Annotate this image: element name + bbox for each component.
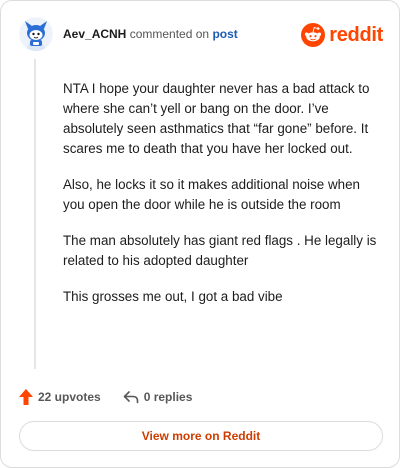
avatar[interactable] bbox=[19, 17, 53, 51]
upvote-count: 22 upvotes bbox=[38, 390, 101, 404]
reddit-logo-icon bbox=[301, 23, 326, 47]
comment-paragraph: This grosses me out, I got a bad vibe bbox=[63, 289, 283, 304]
meta-action-text: commented on bbox=[129, 27, 210, 41]
comment-embed-card: Aev_ACNH commented on post reddit NTA I … bbox=[0, 0, 400, 468]
view-more-button[interactable]: View more on Reddit bbox=[19, 421, 383, 451]
replies-count: 0 replies bbox=[143, 390, 193, 404]
reply-arrow-icon bbox=[123, 391, 139, 404]
comment-paragraph: Also, he locks it so it makes additional… bbox=[63, 177, 360, 212]
upvote-arrow-icon bbox=[19, 389, 33, 405]
post-link[interactable]: post bbox=[212, 27, 237, 41]
comment-actions: 22 upvotes 0 replies bbox=[19, 387, 381, 407]
thread-line bbox=[34, 59, 36, 369]
comment-paragraph: The man absolutely has giant red flags .… bbox=[63, 233, 377, 268]
comment-header: Aev_ACNH commented on post reddit bbox=[17, 15, 383, 55]
replies-button[interactable]: 0 replies bbox=[123, 390, 193, 404]
username[interactable]: Aev_ACNH bbox=[63, 27, 126, 41]
comment-paragraph: NTA I hope your daughter never has a bad… bbox=[63, 81, 370, 156]
comment-body: NTA I hope your daughter never has a bad… bbox=[63, 79, 385, 323]
reddit-brand[interactable]: reddit bbox=[301, 23, 383, 47]
upvote-button[interactable]: 22 upvotes bbox=[19, 389, 101, 405]
brand-wordmark: reddit bbox=[329, 23, 383, 46]
comment-meta: Aev_ACNH commented on post bbox=[63, 26, 238, 42]
snoo-avatar-icon bbox=[19, 17, 53, 51]
